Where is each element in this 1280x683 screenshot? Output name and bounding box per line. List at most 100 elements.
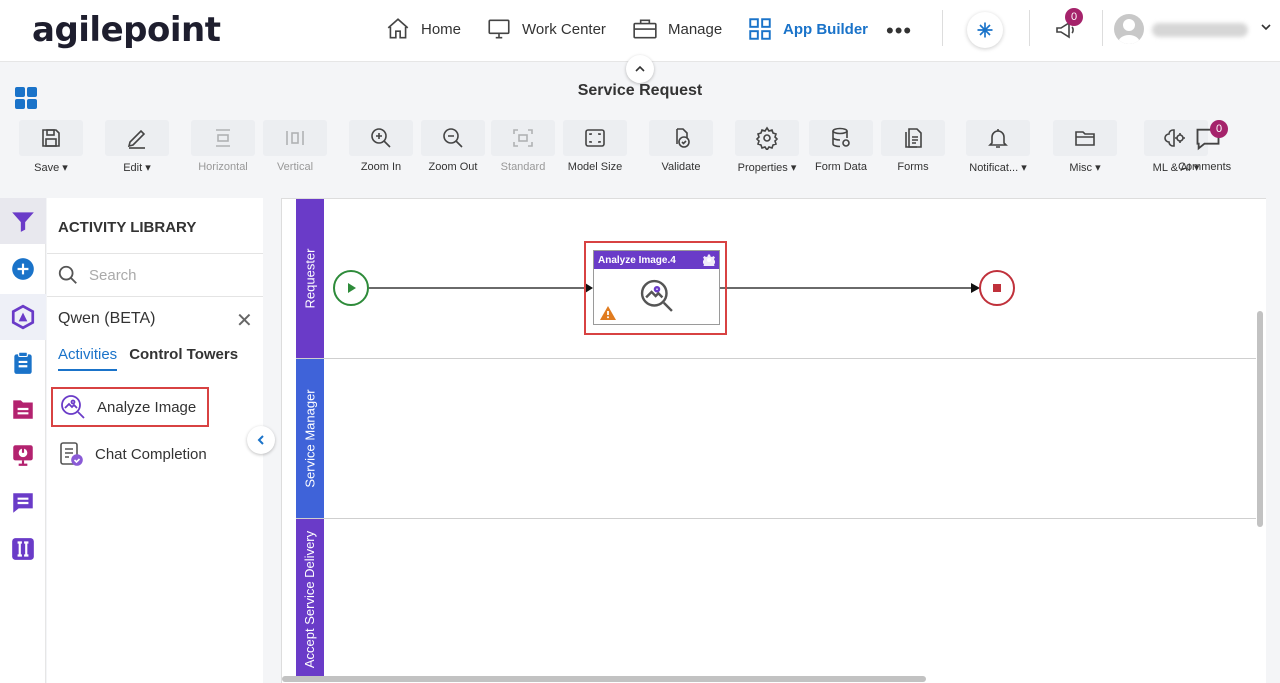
funnel-icon [12,212,34,232]
ai-assistant-button[interactable] [967,12,1003,48]
gear-icon[interactable] [703,254,715,266]
forms-label: Forms [897,161,929,173]
vertical-label: Vertical [276,161,314,173]
comments-badge: 0 [1210,120,1228,138]
qwen-icon [11,304,35,330]
warning-icon[interactable] [600,306,616,320]
lane-header[interactable]: Accept Service Delivery [296,519,324,679]
misc-label: Misc [1069,162,1093,174]
rail-activity-library[interactable] [0,198,46,244]
notifications-badge: 0 [1065,8,1083,26]
connectors [369,283,980,293]
horizontal-button[interactable]: Horizontal [191,120,255,173]
page-title: Service Request [577,82,703,99]
toolbar: Save ▾ Edit ▾ Horizontal Vertical Zoom I… [0,112,1280,182]
more-menu-button[interactable]: ••• [886,18,912,44]
zoom-in-label: Zoom In [360,161,402,173]
play-icon [348,283,356,293]
search-input[interactable] [89,266,249,284]
top-bar: agilepoint Home Work Center Manage App B… [0,0,1280,62]
sparkle-icon [977,22,993,38]
zoom-out-icon [443,128,463,148]
properties-label: Properties [737,162,788,174]
search-icon [58,265,77,284]
rail-clipboard[interactable] [0,340,46,386]
zoom-in-icon [371,128,391,148]
standard-label: Standard [500,161,546,173]
model-size-button[interactable]: Model Size [563,120,627,173]
validate-button[interactable]: Validate [649,120,713,173]
edit-button[interactable]: Edit ▾ [105,120,169,174]
close-icon[interactable]: ✕ [236,308,253,333]
activity-analyze-image[interactable]: Analyze Image [51,387,209,427]
rail-qwen[interactable] [0,294,46,340]
nav-manage-label: Manage [668,20,723,38]
zoom-out-label: Zoom Out [428,161,478,173]
monitor-chart-icon [13,445,33,466]
database-icon [832,127,850,148]
collapse-library-button[interactable] [247,426,275,454]
nav-work-center[interactable]: Work Center [486,16,606,42]
app-builder-grid-icon [749,18,771,40]
task-title: Analyze Image.4 [598,254,676,266]
rail-integrations[interactable] [0,526,46,572]
gear-icon [755,126,779,150]
chat-completion-icon [60,442,83,466]
rail-add[interactable] [0,246,46,292]
analyze-image-icon [640,279,673,312]
tab-control-towers[interactable]: Control Towers [129,346,238,371]
validate-label: Validate [661,161,701,173]
home-icon [387,18,409,39]
vertical-button[interactable]: Vertical [263,120,327,173]
align-vertical-icon [286,131,304,145]
agilepoint-logo[interactable]: agilepoint [32,10,221,50]
collapse-header-button[interactable] [626,55,654,83]
start-event[interactable] [333,270,369,306]
horizontal-label: Horizontal [198,161,248,173]
clipboard-icon [14,351,32,374]
zoom-out-button[interactable]: Zoom Out [421,120,485,173]
process-canvas[interactable]: Requester Service Manager Accept Service… [281,198,1266,683]
rail-documents[interactable] [0,386,46,432]
forms-button[interactable]: Forms [881,120,945,173]
save-icon [42,129,60,147]
nav-home[interactable]: Home [385,16,461,42]
activity-library-panel: ACTIVITY LIBRARY Qwen (BETA) ✕ Activitie… [47,198,263,683]
validate-icon [676,128,690,148]
library-search [57,264,249,286]
lane-label: Service Manager [302,389,318,488]
rail-messages[interactable] [0,480,46,526]
nav-work-center-label: Work Center [522,20,606,38]
tab-activities[interactable]: Activities [58,346,118,371]
vertical-scrollbar[interactable] [1257,311,1263,527]
comments-label: Comments [1178,161,1232,173]
rail-monitor[interactable] [0,432,46,478]
plus-circle-icon [12,258,34,280]
task-analyze-image[interactable]: Analyze Image.4 [593,250,720,325]
user-icon [1118,19,1140,44]
misc-button[interactable]: Misc ▾ [1053,120,1117,174]
zoom-in-button[interactable]: Zoom In [349,120,413,173]
message-icon [13,493,33,513]
save-button[interactable]: Save ▾ [19,120,83,174]
divider [942,10,943,46]
nav-app-builder[interactable]: App Builder [747,16,868,42]
divider [47,296,263,297]
standard-size-icon [513,129,533,147]
notifications-button[interactable]: Notificat... ▾ [966,120,1030,174]
left-rail [0,198,46,683]
nav-manage[interactable]: Manage [632,16,722,42]
activity-chat-completion[interactable]: Chat Completion [51,434,209,474]
end-event[interactable] [979,270,1015,306]
brain-gear-icon [1164,129,1185,147]
horizontal-scrollbar[interactable] [282,676,926,682]
form-data-button[interactable]: Form Data [809,120,873,173]
properties-button[interactable]: Properties ▾ [735,120,799,174]
avatar[interactable] [1114,14,1144,44]
lane-accept-service-delivery[interactable]: Accept Service Delivery [296,519,1256,679]
chevron-down-icon[interactable] [1260,20,1272,36]
folder-docs-icon [13,400,33,419]
standard-button[interactable]: Standard [491,120,555,173]
divider [1029,10,1030,46]
briefcase-icon [633,19,657,39]
